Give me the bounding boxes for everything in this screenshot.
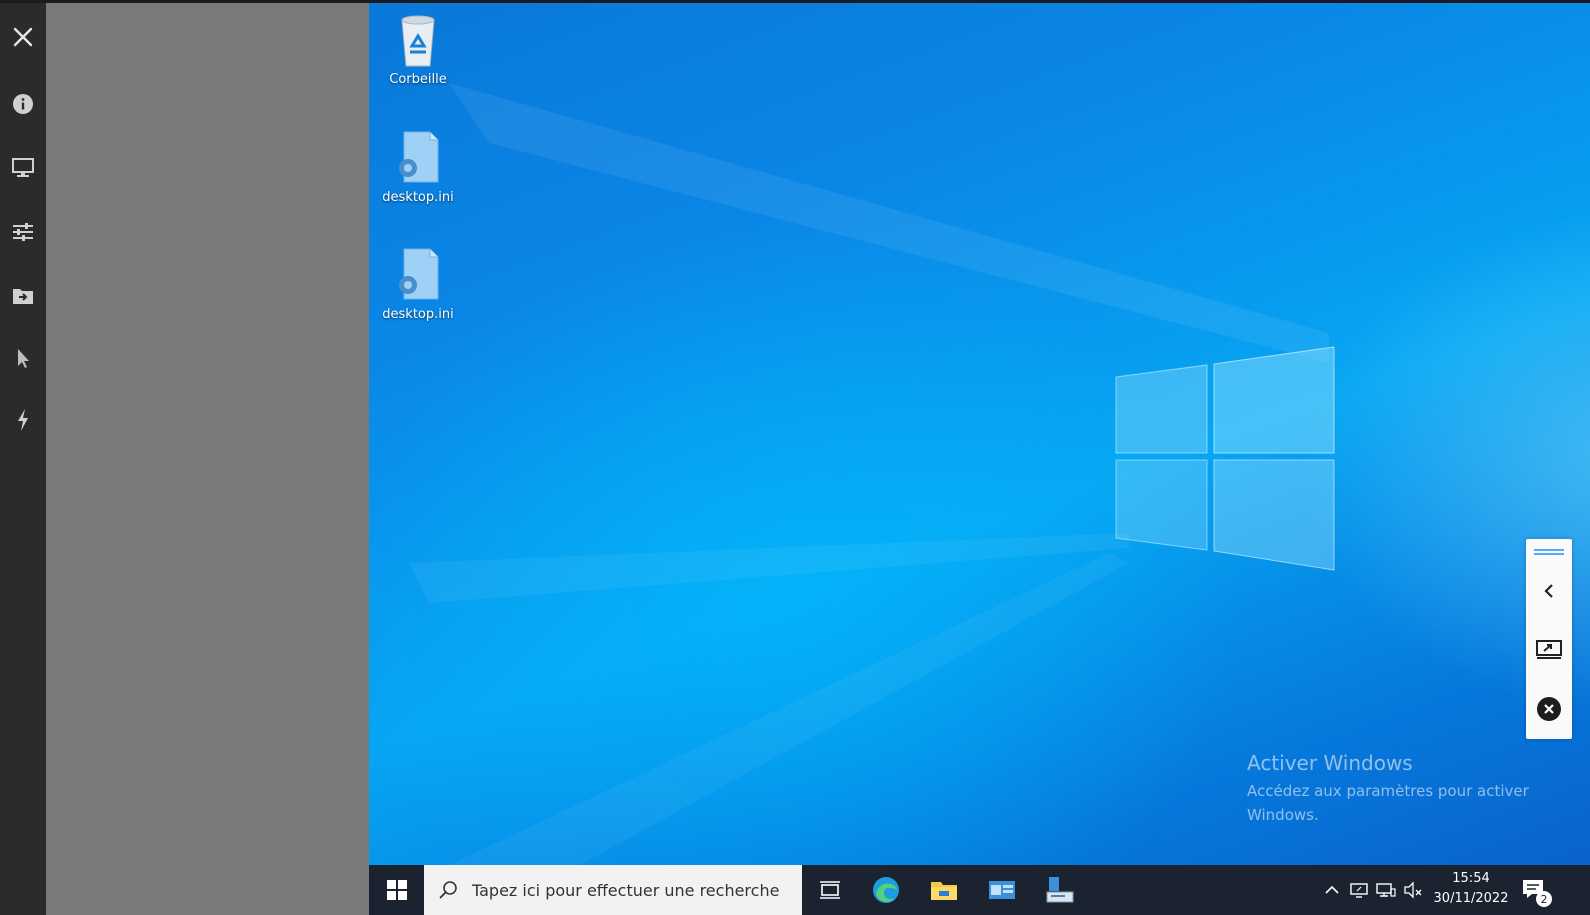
taskbar: Tapez ici pour effectuer une recherche 1… — [369, 865, 1590, 915]
settings-button[interactable] — [6, 215, 40, 249]
watermark-subtitle: Accédez aux paramètres pour activer Wind… — [1247, 782, 1529, 824]
monitor-icon — [12, 158, 34, 177]
start-button[interactable] — [369, 865, 424, 915]
windows-logo-wallpaper — [1115, 346, 1335, 571]
close-icon — [13, 27, 33, 47]
desktop-icon-label: desktop.ini — [382, 190, 454, 205]
taskbar-file-explorer[interactable] — [919, 865, 969, 915]
tray-overflow-button[interactable] — [1319, 865, 1345, 915]
tray-volume-button[interactable] — [1400, 865, 1426, 915]
desktop-icon-desktop-ini-2[interactable]: desktop.ini — [369, 247, 468, 322]
taskbar-server-manager[interactable] — [977, 865, 1027, 915]
file-explorer-icon — [931, 882, 957, 900]
search-placeholder: Tapez ici pour effectuer une recherche — [472, 880, 780, 900]
sidebar-panel — [46, 3, 369, 915]
notifications-button[interactable]: 2 — [1515, 865, 1553, 915]
taskbar-edge[interactable] — [861, 865, 911, 915]
info-icon — [13, 94, 33, 114]
remote-desktop[interactable]: Corbeille desktop.ini desktop.ini Active… — [369, 3, 1590, 915]
network-icon — [1376, 883, 1396, 897]
edge-icon — [873, 877, 899, 903]
taskbar-network-app[interactable] — [1035, 865, 1085, 915]
chevron-left-icon — [1544, 584, 1553, 598]
drag-handle[interactable] — [1526, 543, 1572, 561]
taskbar-search-box[interactable]: Tapez ici pour effectuer une recherche — [424, 865, 802, 915]
pointer-button[interactable] — [6, 341, 40, 375]
watermark-title: Activer Windows — [1247, 751, 1413, 775]
activate-windows-watermark: Activer Windows Accédez aux paramètres p… — [1247, 751, 1557, 827]
screen-share-button[interactable] — [1526, 635, 1572, 663]
display-button[interactable] — [6, 151, 40, 185]
info-button[interactable] — [6, 87, 40, 121]
file-transfer-button[interactable] — [6, 279, 40, 313]
task-view-icon — [820, 881, 840, 899]
lightning-icon — [18, 409, 28, 431]
clock-date: 30/11/2022 — [1433, 891, 1509, 906]
notification-count-badge: 2 — [1536, 891, 1552, 907]
server-manager-icon — [989, 881, 1015, 899]
floating-control-panel — [1526, 539, 1572, 739]
actions-button[interactable] — [6, 403, 40, 437]
tray-display-button[interactable] — [1346, 865, 1372, 915]
close-panel-button[interactable] — [1526, 695, 1572, 723]
folder-arrow-icon — [13, 289, 33, 304]
tray-network-button[interactable] — [1373, 865, 1399, 915]
volume-muted-icon — [1404, 881, 1422, 899]
screen-share-icon — [1536, 640, 1562, 659]
close-circle-icon — [1537, 697, 1561, 721]
drag-handle-icon — [1534, 549, 1564, 555]
windows-start-icon — [386, 880, 407, 900]
network-app-icon — [1046, 877, 1074, 903]
clock-time: 15:54 — [1452, 871, 1490, 886]
search-icon — [439, 881, 457, 899]
desktop-icon-desktop-ini-1[interactable]: desktop.ini — [369, 130, 468, 205]
settings-file-icon — [399, 131, 439, 183]
taskbar-clock[interactable]: 15:54 30/11/2022 — [1431, 869, 1511, 909]
task-view-button[interactable] — [805, 865, 855, 915]
recycle-bin-icon — [401, 15, 435, 67]
sliders-icon — [13, 223, 33, 241]
cursor-icon — [18, 349, 29, 368]
chevron-up-icon — [1325, 885, 1339, 894]
desktop-icon-recycle-bin[interactable]: Corbeille — [369, 12, 468, 87]
display-settings-icon — [1350, 883, 1368, 898]
collapse-button[interactable] — [1526, 577, 1572, 605]
settings-file-icon — [399, 248, 439, 300]
desktop-icon-label: Corbeille — [389, 72, 447, 87]
close-button[interactable] — [6, 20, 40, 54]
session-toolbar — [0, 3, 46, 915]
desktop-icon-label: desktop.ini — [382, 307, 454, 322]
